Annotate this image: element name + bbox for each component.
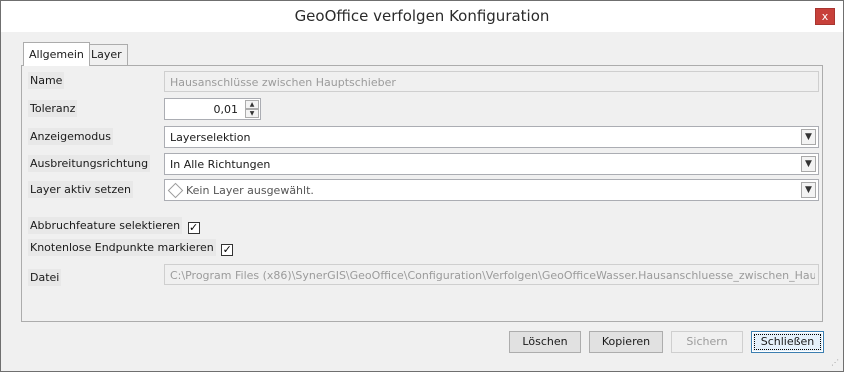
name-label: Name bbox=[28, 72, 65, 89]
datei-value: C:\Program Files (x86)\SynerGIS\GeoOffic… bbox=[170, 269, 815, 282]
layer-aktiv-value: Kein Layer ausgewählt. bbox=[186, 184, 314, 197]
anzeigemodus-label: Anzeigemodus bbox=[28, 128, 113, 145]
datei-label: Datei bbox=[28, 269, 62, 286]
layer-aktiv-select[interactable]: Kein Layer ausgewählt. ▼ bbox=[164, 179, 819, 201]
close-icon: x bbox=[821, 10, 829, 23]
dialog-body: Allgemein Layer Name Hausanschlüsse zwis… bbox=[1, 32, 843, 371]
sichern-button[interactable]: Sichern bbox=[671, 331, 743, 353]
datei-field: C:\Program Files (x86)\SynerGIS\GeoOffic… bbox=[164, 264, 819, 285]
loeschen-button[interactable]: Löschen bbox=[509, 331, 581, 353]
tab-layer[interactable]: Layer bbox=[85, 44, 128, 65]
schliessen-button[interactable]: Schließen bbox=[751, 331, 824, 353]
anzeigemodus-value: Layerselektion bbox=[170, 131, 251, 144]
checkmark-icon: ✓ bbox=[188, 221, 199, 234]
ausbreitung-value: In Alle Richtungen bbox=[170, 158, 271, 171]
knotenlose-checkbox[interactable]: ✓ bbox=[221, 243, 234, 256]
ausbreitung-label: Ausbreitungsrichtung bbox=[28, 155, 151, 172]
close-button[interactable]: x bbox=[815, 8, 835, 25]
toleranz-value: 0,01 bbox=[213, 103, 239, 116]
knotenlose-checkbox-row[interactable]: Knotenlose Endpunkte markieren ✓ bbox=[28, 239, 234, 257]
window-title: GeoOffice verfolgen Konfiguration bbox=[294, 7, 550, 25]
chevron-down-icon[interactable]: ▼ bbox=[801, 182, 816, 198]
diamond-layer-icon bbox=[167, 182, 184, 199]
tab-allgemein[interactable]: Allgemein bbox=[23, 42, 90, 66]
abbruch-checkbox-row[interactable]: Abbruchfeature selektieren ✓ bbox=[28, 217, 200, 235]
kopieren-button[interactable]: Kopieren bbox=[589, 331, 663, 353]
knotenlose-label: Knotenlose Endpunkte markieren bbox=[28, 239, 216, 256]
toleranz-label: Toleranz bbox=[28, 100, 78, 117]
config-dialog: GeoOffice verfolgen Konfiguration x Allg… bbox=[0, 0, 844, 372]
abbruch-checkbox[interactable]: ✓ bbox=[187, 221, 200, 234]
title-bar[interactable]: GeoOffice verfolgen Konfiguration x bbox=[1, 1, 843, 32]
spin-up-icon[interactable]: ▲ bbox=[245, 100, 259, 109]
anzeigemodus-select[interactable]: Layerselektion ▼ bbox=[164, 126, 819, 148]
ausbreitung-select[interactable]: In Alle Richtungen ▼ bbox=[164, 153, 819, 175]
name-field: Hausanschlüsse zwischen Hauptschieber bbox=[164, 71, 819, 92]
chevron-down-icon[interactable]: ▼ bbox=[801, 129, 816, 145]
spin-down-icon[interactable]: ▼ bbox=[245, 109, 259, 118]
checkmark-icon: ✓ bbox=[222, 243, 232, 256]
layer-aktiv-label: Layer aktiv setzen bbox=[28, 181, 133, 198]
resize-grip-icon[interactable]: ⋰ bbox=[831, 359, 839, 367]
tab-panel-allgemein: Name Hausanschlüsse zwischen Hauptschieb… bbox=[21, 65, 823, 322]
toleranz-spin-buttons: ▲ ▼ bbox=[245, 100, 259, 118]
abbruch-label: Abbruchfeature selektieren bbox=[28, 217, 183, 234]
chevron-down-icon[interactable]: ▼ bbox=[801, 156, 816, 172]
name-value: Hausanschlüsse zwischen Hauptschieber bbox=[170, 76, 396, 89]
toleranz-stepper[interactable]: 0,01 ▲ ▼ bbox=[164, 98, 261, 120]
